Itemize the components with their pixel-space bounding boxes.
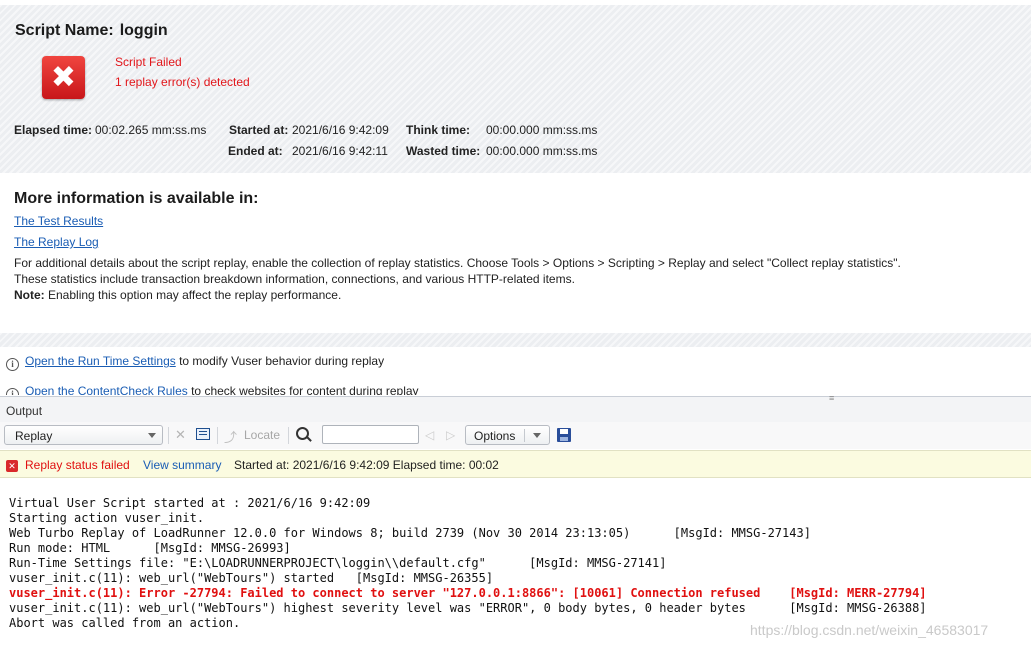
log-line: vuser_init.c(11): web_url("WebTours") st… bbox=[9, 571, 494, 585]
log-line: Virtual User Script started at : 2021/6/… bbox=[9, 496, 371, 510]
clear-icon[interactable]: ✕ bbox=[175, 427, 186, 443]
tip-run-time-settings: i Open the Run Time Settings to modify Vu… bbox=[6, 354, 384, 371]
replay-errors-text: 1 replay error(s) detected bbox=[115, 75, 250, 89]
output-mode-select[interactable]: Replay bbox=[4, 425, 163, 445]
find-next-icon[interactable]: ▷ bbox=[446, 428, 455, 442]
wrap-text-icon[interactable] bbox=[196, 428, 210, 440]
view-summary-link[interactable]: View summary bbox=[143, 458, 221, 472]
wasted-time-label: Wasted time: bbox=[406, 144, 481, 158]
replay-summary-panel: Script Name: loggin ✖ Script Failed 1 rep… bbox=[0, 5, 1031, 173]
toolbar-separator bbox=[288, 427, 289, 444]
tip-text: to check websites for content during rep… bbox=[187, 384, 419, 395]
note-paragraph: Note: Enabling this option may affect th… bbox=[14, 288, 341, 302]
elapsed-time-value: 00:02.265 mm:ss.ms bbox=[95, 123, 207, 137]
error-icon: ✕ bbox=[6, 460, 18, 472]
chevron-down-icon bbox=[148, 433, 156, 438]
ended-at-label: Ended at: bbox=[228, 144, 283, 158]
statistics-paragraph: For additional details about the script … bbox=[14, 256, 901, 270]
options-dropdown[interactable]: Options bbox=[465, 425, 550, 445]
output-pane-title: Output bbox=[6, 404, 43, 418]
output-toolbar: Replay ✕ ⤴ Locate ◁ ▷ Options bbox=[0, 422, 1031, 449]
toolbar-separator bbox=[168, 427, 169, 444]
replay-status-bar: ✕ Replay status failed View summary Star… bbox=[0, 450, 1031, 478]
log-line: Web Turbo Replay of LoadRunner 12.0.0 fo… bbox=[9, 526, 811, 540]
script-name-label: Script Name: bbox=[15, 22, 114, 39]
more-information-panel: More information is available in: The Te… bbox=[0, 173, 1031, 333]
save-icon[interactable] bbox=[557, 428, 571, 442]
chevron-down-icon bbox=[533, 433, 541, 438]
search-input[interactable] bbox=[322, 425, 419, 444]
info-icon: i bbox=[6, 388, 19, 395]
info-icon: i bbox=[6, 358, 19, 371]
run-time-settings-link[interactable]: Open the Run Time Settings bbox=[25, 354, 176, 368]
log-line: Run mode: HTML [MsgId: MMSG-26993] bbox=[9, 541, 291, 555]
find-previous-icon[interactable]: ◁ bbox=[425, 428, 434, 442]
more-info-heading: More information is available in: bbox=[14, 190, 259, 207]
started-at-value: 2021/6/16 9:42:09 bbox=[292, 123, 389, 137]
status-started-elapsed: Started at: 2021/6/16 9:42:09 Elapsed ti… bbox=[234, 458, 499, 472]
locate-button[interactable]: Locate bbox=[244, 428, 280, 442]
note-label: Note: bbox=[14, 288, 45, 302]
test-results-link[interactable]: The Test Results bbox=[14, 214, 103, 228]
log-line: Starting action vuser_init. bbox=[9, 511, 205, 525]
splitter-grip-icon[interactable]: ≡ bbox=[829, 393, 834, 403]
failure-x-icon: ✖ bbox=[42, 56, 85, 99]
options-label: Options bbox=[474, 429, 516, 443]
tips-panel: i Open the Run Time Settings to modify Vu… bbox=[0, 347, 1031, 395]
elapsed-time-label: Elapsed time: bbox=[14, 123, 93, 137]
watermark-text: https://blog.csdn.net/weixin_46583017 bbox=[750, 622, 989, 638]
log-line: vuser_init.c(11): web_url("WebTours") hi… bbox=[9, 601, 927, 615]
log-line-error: vuser_init.c(11): Error -27794: Failed t… bbox=[9, 586, 927, 600]
search-icon-handle bbox=[306, 436, 312, 442]
tip-text: to modify Vuser behavior during replay bbox=[175, 354, 385, 368]
output-pane-header: ≡ Output bbox=[0, 393, 1031, 423]
toolbar-separator bbox=[217, 427, 218, 444]
dropdown-divider bbox=[524, 429, 525, 442]
wasted-time-value: 00:00.000 mm:ss.ms bbox=[486, 144, 598, 158]
log-line: Run-Time Settings file: "E:\LOADRUNNERPR… bbox=[9, 556, 667, 570]
locate-icon[interactable]: ⤴ bbox=[224, 427, 237, 446]
contentcheck-rules-link[interactable]: Open the ContentCheck Rules bbox=[25, 384, 188, 395]
statistics-detail-paragraph: These statistics include transaction bre… bbox=[14, 272, 575, 286]
think-time-value: 00:00.000 mm:ss.ms bbox=[486, 123, 598, 137]
script-name-heading: Script Name: loggin bbox=[15, 22, 168, 40]
note-text: Enabling this option may affect the repl… bbox=[44, 288, 342, 302]
think-time-label: Think time: bbox=[406, 123, 471, 137]
section-divider bbox=[0, 333, 1031, 347]
started-at-label: Started at: bbox=[229, 123, 289, 137]
replay-log-link[interactable]: The Replay Log bbox=[14, 235, 99, 249]
script-failed-text: Script Failed bbox=[115, 55, 182, 69]
script-name-value: loggin bbox=[119, 22, 168, 39]
ended-at-value: 2021/6/16 9:42:11 bbox=[292, 144, 388, 158]
tip-contentcheck-rules: i Open the ContentCheck Rules to check we… bbox=[6, 384, 419, 395]
replay-status-text: Replay status failed bbox=[25, 458, 130, 472]
output-mode-value: Replay bbox=[15, 429, 53, 443]
